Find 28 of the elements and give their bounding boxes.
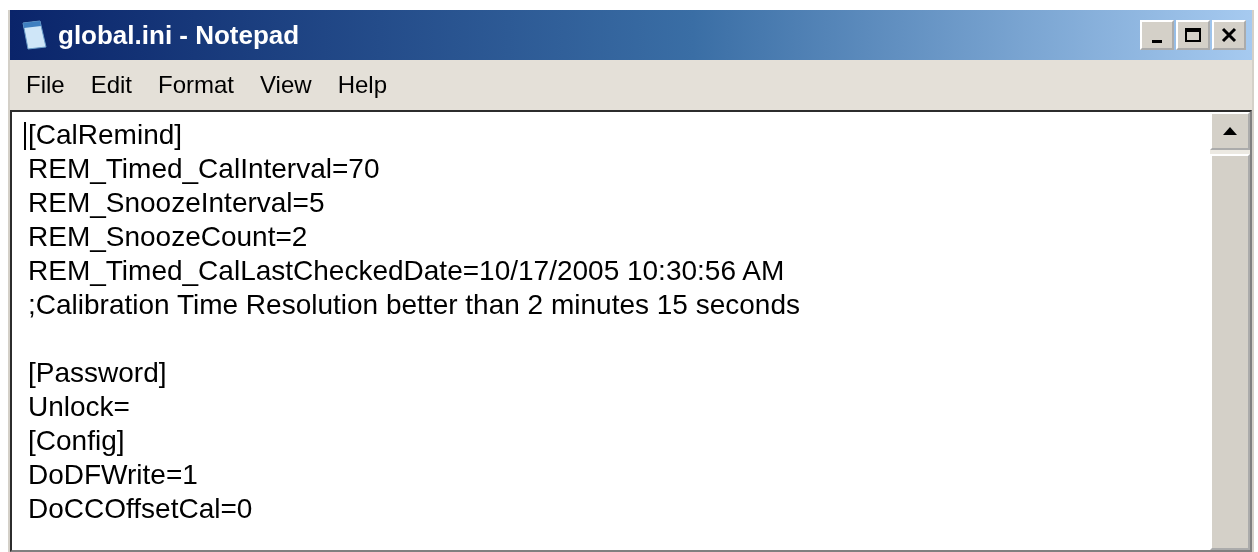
maximize-icon — [1184, 27, 1202, 43]
text-line: DoCCOffsetCal=0 — [28, 492, 253, 526]
menu-item[interactable]: Help — [327, 67, 399, 103]
text-line: REM_SnoozeCount=2 — [28, 220, 308, 254]
text-cursor — [24, 122, 26, 150]
maximize-button[interactable] — [1176, 20, 1210, 50]
text-line: ;Calibration Time Resolution better than 2 minutes 15 seconds — [28, 288, 800, 322]
text-line: REM_Timed_CalInterval=70 — [28, 152, 380, 186]
close-button[interactable] — [1212, 20, 1246, 50]
menu-item[interactable]: Format — [148, 67, 247, 103]
window-title: global.ini - Notepad — [58, 19, 301, 51]
text-line: REM_SnoozeInterval=5 — [28, 186, 325, 220]
text-area[interactable] — [10, 110, 1252, 552]
text-line: DoDFWrite=1 — [28, 458, 198, 492]
notepad-icon — [20, 19, 48, 51]
up-arrow-icon — [1222, 126, 1238, 136]
scroll-up-button[interactable] — [1210, 112, 1250, 150]
menu-item[interactable]: Edit — [80, 67, 145, 103]
menu-item[interactable]: File — [16, 67, 77, 103]
close-icon — [1221, 27, 1237, 43]
menu-item[interactable]: View — [250, 67, 324, 103]
text-line: REM_Timed_CalLastCheckedDate=10/17/2005 10:30:56 AM — [28, 254, 785, 288]
minimize-button[interactable] — [1140, 20, 1174, 50]
text-line: Unlock= — [28, 390, 130, 424]
text-line: [CalRemind] — [28, 118, 183, 152]
text-line: [Config] — [28, 424, 125, 458]
text-line: [Password] — [28, 356, 167, 390]
minimize-icon — [1152, 39, 1162, 43]
